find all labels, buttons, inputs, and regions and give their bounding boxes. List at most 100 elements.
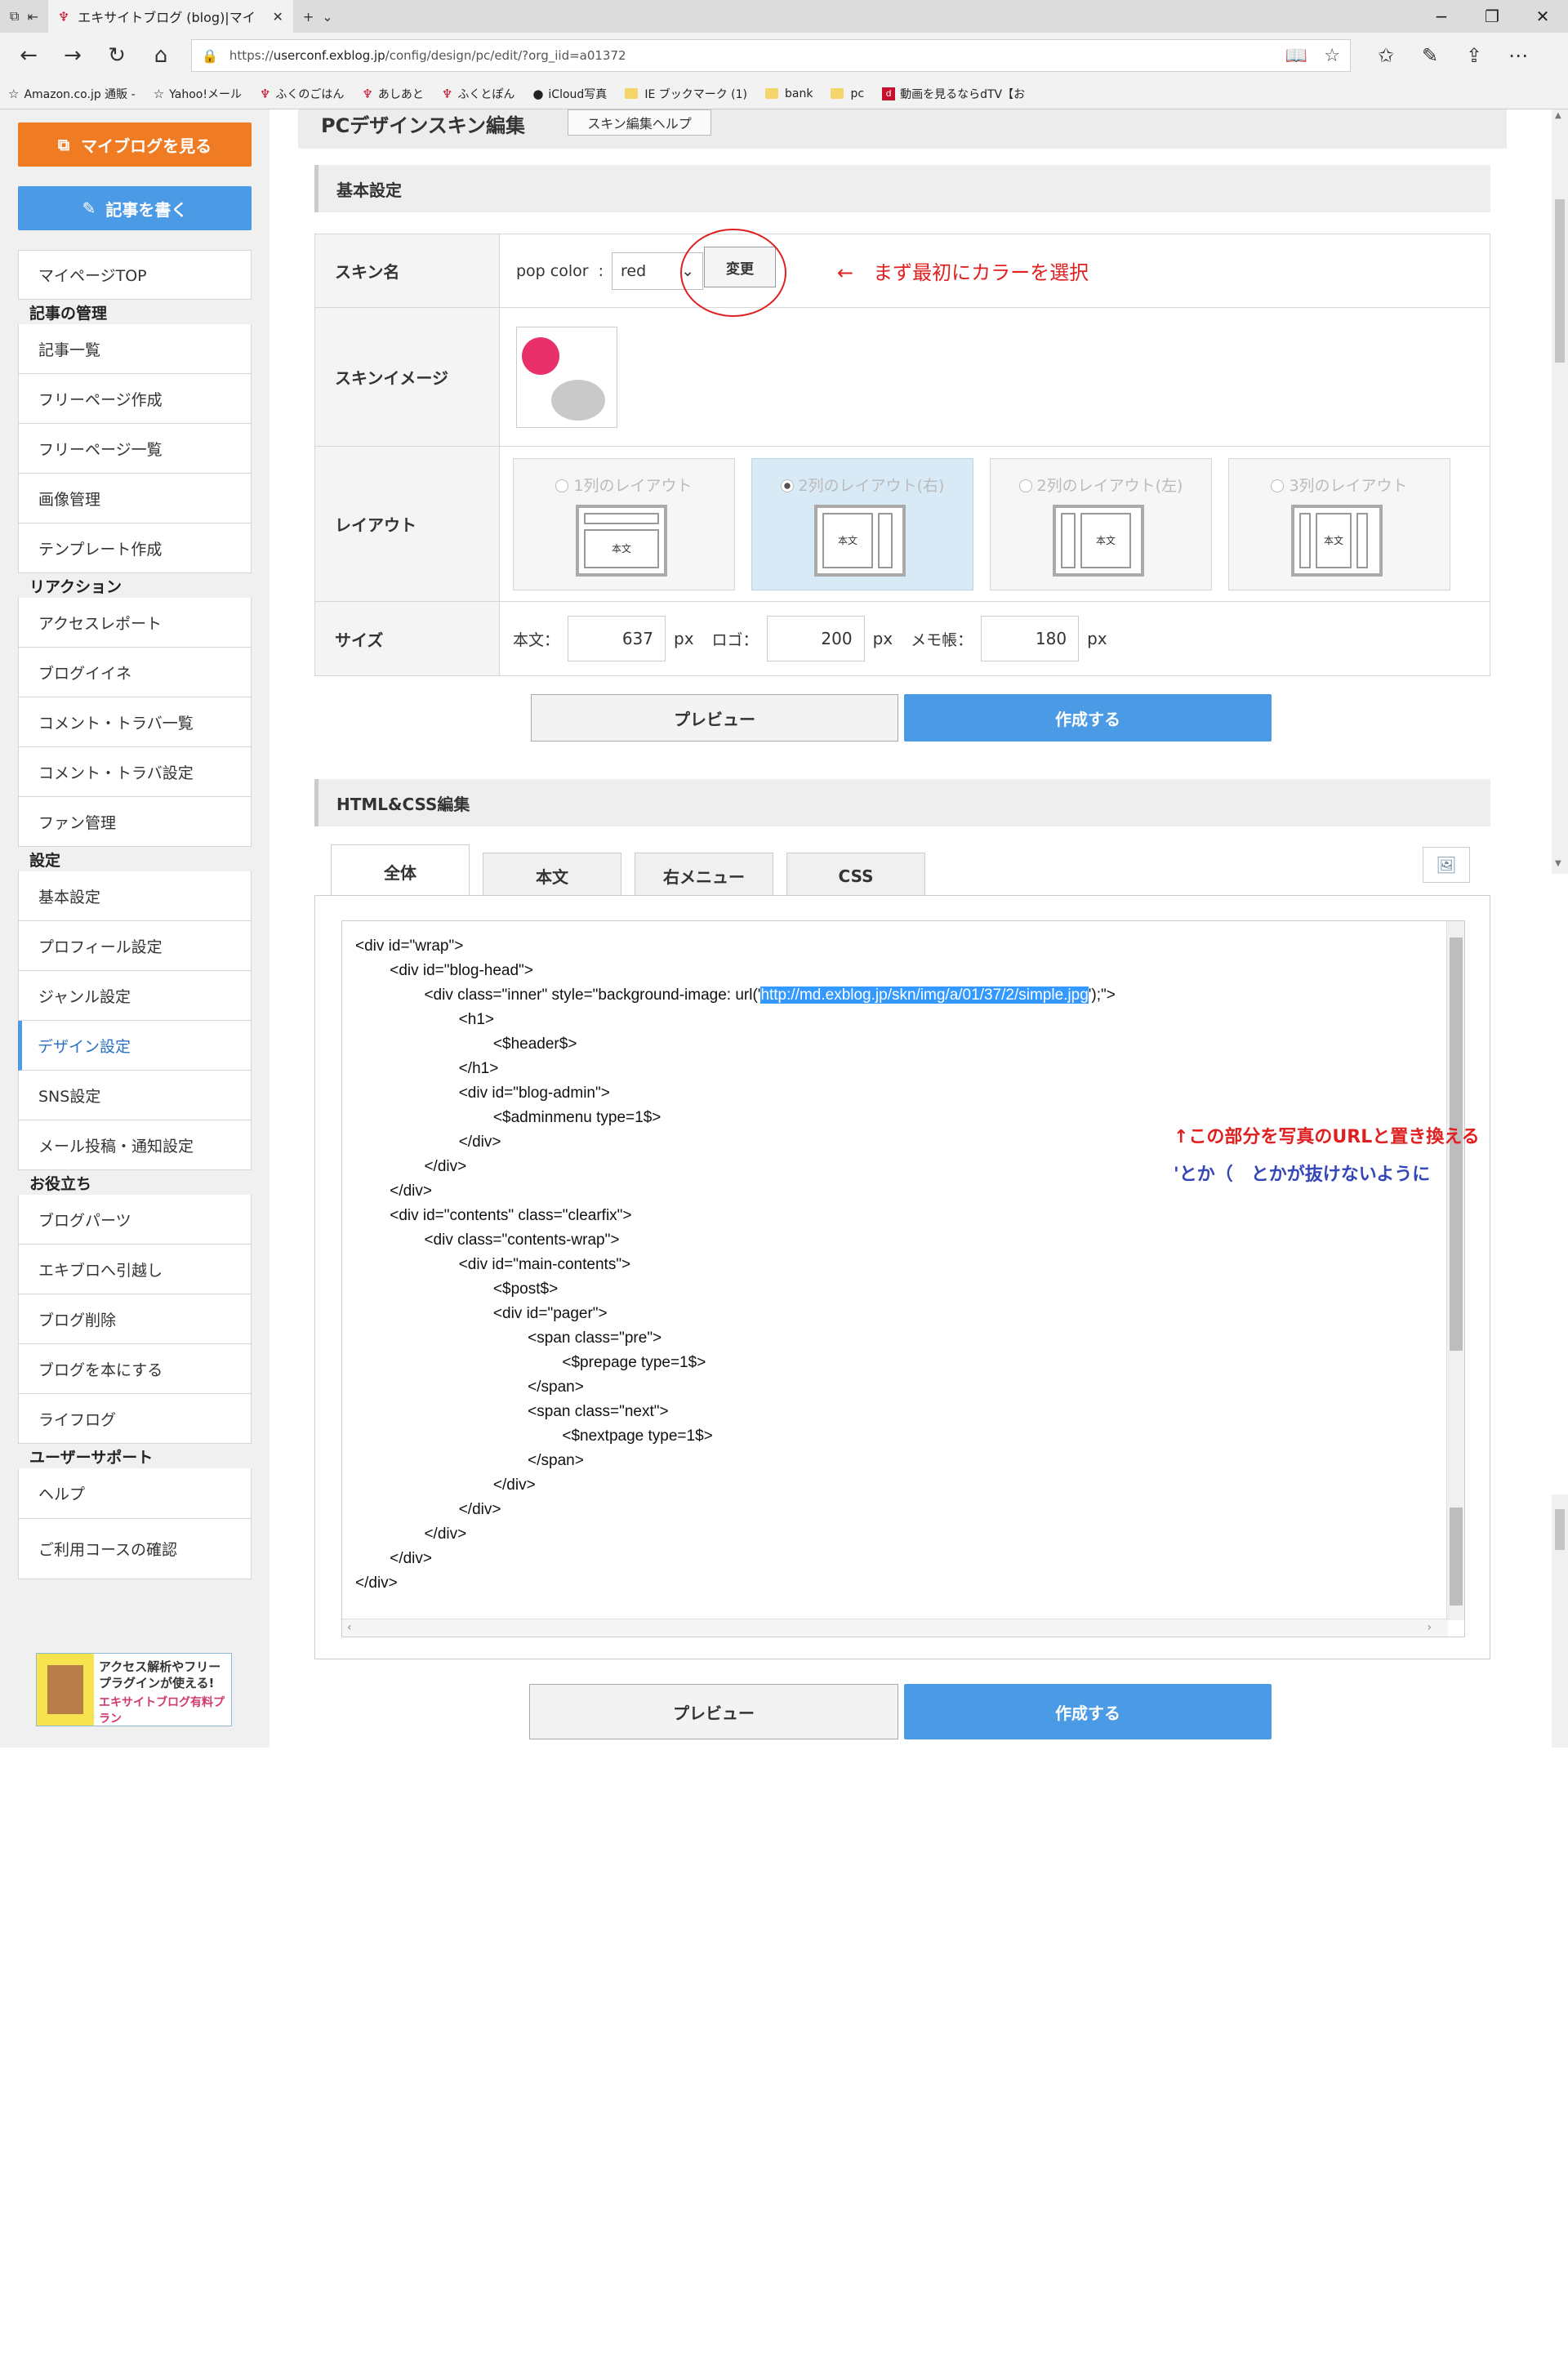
browser-nav-bar: ← → ↻ ⌂ 🔒 https://userconf.exblog.jp/con… (0, 33, 1568, 78)
editor-tab[interactable]: 全体 (331, 844, 470, 898)
write-post-button[interactable]: ✎ 記事を書く (18, 186, 252, 230)
size-memo-input[interactable]: 180 (981, 616, 1080, 661)
radio-icon[interactable] (1271, 479, 1285, 492)
favorites-hub-icon[interactable]: ✩ (1364, 44, 1408, 67)
sidebar-item[interactable]: アクセスレポート (18, 598, 252, 648)
favorite-item[interactable]: d 動画を見るならdTV【お (882, 86, 1025, 102)
sidebar-item[interactable]: SNS設定 (18, 1071, 252, 1120)
tab-aside-icon[interactable]: ⇤ (27, 9, 38, 24)
sidebar-item[interactable]: ブログイイネ (18, 648, 252, 697)
layout-option[interactable]: 1列のレイアウト 本文 (513, 457, 735, 590)
share-icon[interactable]: ⇪ (1452, 44, 1496, 67)
code-line: <h1> (355, 1011, 495, 1028)
size-memo-label: メモ帳： (911, 630, 973, 649)
sidebar-item[interactable]: ヘルプ (18, 1468, 252, 1519)
chevron-down-icon[interactable]: ⌄ (322, 9, 332, 24)
sidebar-item[interactable]: フリーページ作成 (18, 374, 252, 424)
image-insert-icon[interactable]: 🖼 (1423, 847, 1470, 883)
radio-icon[interactable] (555, 479, 569, 492)
layout-option[interactable]: 2列のレイアウト(左) 本文 (990, 457, 1212, 590)
favorite-item[interactable]: ♆ あしあと (362, 86, 423, 102)
skin-help-button[interactable]: スキン編集ヘルプ (568, 109, 711, 136)
code-line: <$header$> (355, 1036, 577, 1053)
favorite-item[interactable]: ♆ ふくのごはん (260, 86, 344, 102)
create-button[interactable]: 作成する (904, 694, 1272, 742)
sidebar-item[interactable]: テンプレート作成 (18, 523, 252, 573)
size-label: サイズ (315, 602, 500, 675)
code-line: <$adminmenu type=1$> (355, 1109, 662, 1126)
favorite-item[interactable]: pc (831, 87, 864, 100)
sidebar-item[interactable]: 記事一覧 (18, 324, 252, 374)
sidebar-item[interactable]: ブログパーツ (18, 1195, 252, 1245)
editor-tab[interactable]: 本文 (483, 853, 621, 898)
tab-actions[interactable]: ⧉ ⇤ (0, 0, 48, 33)
home-icon[interactable]: ⌂ (139, 43, 183, 68)
close-icon[interactable]: ✕ (1517, 7, 1568, 26)
favorite-item[interactable]: ☆ Yahoo!メール (154, 86, 242, 102)
sidebar-item-mypage[interactable]: マイページTOP (18, 250, 252, 300)
forward-icon[interactable]: → (51, 43, 95, 68)
sidebar-item[interactable]: フリーページ一覧 (18, 424, 252, 474)
code-text[interactable]: <div id="wrap"> <div id="blog-head"> <di… (355, 934, 1116, 1596)
code-editor[interactable]: <div id="wrap"> <div id="blog-head"> <di… (341, 920, 1465, 1637)
size-logo-input[interactable]: 200 (766, 616, 865, 661)
preview-button-bottom[interactable]: プレビュー (529, 1684, 898, 1739)
reading-view-icon[interactable]: 📖 (1285, 46, 1307, 66)
address-bar[interactable]: 🔒 https://userconf.exblog.jp/config/desi… (191, 39, 1351, 72)
logo-icon: ♆ (259, 86, 271, 101)
sidebar-item[interactable]: メール投稿・通知設定 (18, 1120, 252, 1170)
back-icon[interactable]: ← (7, 43, 51, 68)
folder-icon (625, 88, 639, 99)
favorite-item[interactable]: ☆ Amazon.co.jp 通販 - (8, 86, 136, 102)
radio-icon[interactable] (1018, 479, 1032, 492)
editor-vertical-scrollbar[interactable] (1446, 921, 1464, 1620)
layout-option[interactable]: 3列のレイアウト 本文 (1228, 457, 1450, 590)
browser-tab[interactable]: ♆ エキサイトブログ (blog)|マイ ✕ (47, 0, 293, 33)
sidebar-item[interactable]: コメント・トラバ設定 (18, 747, 252, 797)
favorite-item[interactable]: IE ブックマーク (1) (625, 86, 747, 102)
editor-tab[interactable]: CSS (786, 853, 925, 898)
restore-icon[interactable]: ❐ (1467, 7, 1517, 26)
pen-icon[interactable]: ✎ (1408, 44, 1452, 67)
favorite-item[interactable]: ♆ ふくとぽん (442, 86, 514, 102)
new-tab-button[interactable]: + ⌄ (293, 0, 343, 33)
favorite-item[interactable]: bank (765, 87, 813, 100)
editor-tab[interactable]: 右メニュー (635, 853, 773, 898)
editor-horizontal-scrollbar[interactable]: ‹ › (342, 1619, 1448, 1637)
code-line: </div> (355, 1134, 501, 1151)
sidebar-item[interactable]: ジャンル設定 (18, 971, 252, 1021)
sidebar-item[interactable]: 画像管理 (18, 474, 252, 523)
page-scrollbar[interactable]: ▲ ▼ (1552, 109, 1568, 874)
tab-close-icon[interactable]: ✕ (272, 9, 283, 24)
sidebar-item[interactable]: エキブロへ引越し (18, 1245, 252, 1294)
code-line: </h1> (355, 1060, 499, 1077)
radio-icon[interactable] (780, 479, 794, 492)
create-button-bottom[interactable]: 作成する (904, 1684, 1272, 1739)
more-icon[interactable]: ⋯ (1496, 44, 1540, 67)
minimize-icon[interactable]: − (1416, 7, 1467, 26)
selected-url[interactable]: http://md.exblog.jp/skn/img/a/01/37/2/si… (760, 987, 1089, 1004)
sidebar-item[interactable]: コメント・トラバ一覧 (18, 697, 252, 747)
sidebar-item[interactable]: 基本設定 (18, 871, 252, 921)
tab-list-icon[interactable]: ⧉ (10, 8, 19, 24)
px-unit: px (872, 629, 893, 648)
sidebar-item[interactable]: ライフログ (18, 1394, 252, 1444)
paid-plan-banner[interactable]: アクセス解析やフリープラグインが使える! エキサイトブログ有料プラン (36, 1653, 232, 1726)
sidebar-item[interactable]: ファン管理 (18, 797, 252, 847)
sidebar-item[interactable]: プロフィール設定 (18, 921, 252, 971)
layout-option[interactable]: 2列のレイアウト(右) 本文 (751, 457, 973, 590)
sidebar-item[interactable]: デザイン設定 (18, 1021, 252, 1071)
favorite-label: bank (785, 87, 813, 100)
page-title: PCデザインスキン編集 (321, 114, 526, 137)
favorite-item[interactable]: ● iCloud写真 (532, 86, 607, 102)
sidebar-item[interactable]: ブログを本にする (18, 1344, 252, 1394)
my-blog-button[interactable]: ⧉ マイブログを見る (18, 122, 252, 167)
layout-option-label: 2列のレイアウト(右) (798, 476, 945, 495)
sidebar-item[interactable]: ブログ削除 (18, 1294, 252, 1344)
page-scrollbar-lower[interactable] (1552, 1494, 1568, 1748)
favorite-star-icon[interactable]: ☆ (1324, 46, 1340, 66)
sidebar-item[interactable]: ご利用コースの確認 (18, 1519, 252, 1579)
size-body-input[interactable]: 637 (568, 616, 666, 661)
preview-button[interactable]: プレビュー (531, 694, 898, 742)
refresh-icon[interactable]: ↻ (95, 43, 139, 68)
